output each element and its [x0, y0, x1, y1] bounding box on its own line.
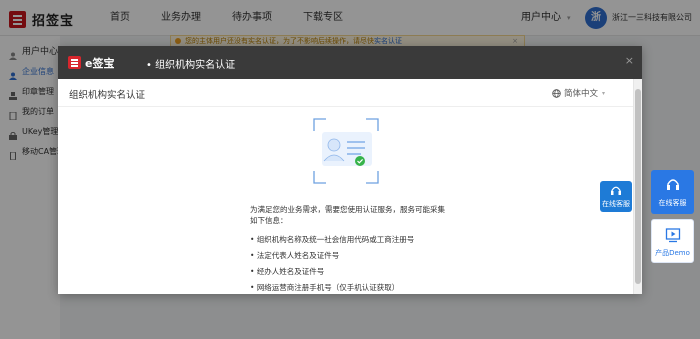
modal-subheader: 组织机构实名认证 简体中文 ▾ — [58, 79, 633, 107]
online-service-label: 在线客服 — [658, 199, 687, 207]
language-label: 简体中文 — [563, 89, 598, 99]
play-video-icon — [665, 228, 680, 243]
list-item: • 法定代表人姓名及证件号 — [250, 251, 340, 260]
headset-icon — [666, 179, 679, 190]
modal-scrollbar[interactable] — [633, 79, 642, 294]
esign-brand: e签宝 — [85, 57, 115, 70]
list-item: • 经办人姓名及证件号 — [250, 267, 325, 276]
modal-content: 为满足您的业务需求，需要您使用认证服务，服务可能采集如下信息： • 组织机构名称… — [250, 204, 450, 296]
modal-header: e签宝 • 组织机构实名认证 × — [58, 46, 642, 79]
intro-text: 为满足您的业务需求，需要您使用认证服务，服务可能采集如下信息： — [250, 205, 445, 225]
headset-icon — [611, 186, 621, 195]
online-service-button[interactable]: 在线客服 — [651, 170, 694, 214]
close-icon[interactable]: × — [625, 54, 634, 67]
language-selector[interactable]: 简体中文 ▾ — [552, 87, 605, 99]
scrollbar-thumb[interactable] — [635, 89, 641, 284]
product-demo-label: 产品Demo — [655, 249, 690, 257]
globe-icon — [552, 88, 561, 98]
list-item: • 组织机构名称及统一社会信用代码或工商注册号 — [250, 235, 415, 244]
list-item: • 网络运营商注册手机号（仅手机认证获取） — [250, 283, 400, 292]
online-service-button-small[interactable]: 在线客服 — [600, 181, 632, 212]
chevron-down-icon: ▾ — [601, 89, 605, 97]
modal-title: • 组织机构实名认证 — [146, 60, 236, 71]
modal-subtitle: 组织机构实名认证 — [69, 90, 146, 101]
verification-modal: e签宝 • 组织机构实名认证 × 组织机构实名认证 简体中文 ▾ 为满足您的业务需… — [58, 46, 642, 294]
product-demo-button[interactable]: 产品Demo — [651, 219, 694, 263]
id-card-illustration — [313, 118, 379, 184]
online-service-label-small: 在线客服 — [602, 200, 630, 208]
esign-logo-icon — [68, 56, 81, 69]
